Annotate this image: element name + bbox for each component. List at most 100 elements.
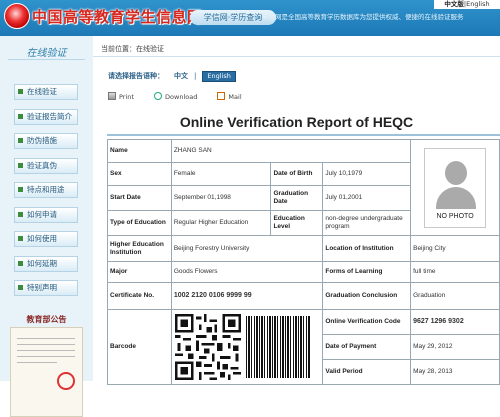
- main-content: 当前位置：在线验证 请选择报告语种： 中文 | English Print Downl…: [93, 36, 500, 385]
- bullet-icon: [18, 138, 23, 143]
- report-lang-en-button[interactable]: English: [202, 71, 236, 82]
- download-button[interactable]: Download: [154, 92, 198, 101]
- verification-code-value: 9627 1296 9302: [410, 309, 500, 335]
- sidebar-item-anti-forgery[interactable]: 防伪措施: [14, 133, 78, 149]
- major-value: Goods Flowers: [170, 261, 324, 283]
- bullet-icon: [18, 260, 23, 266]
- name-label: Name: [107, 139, 172, 163]
- language-switch: 中文版|English: [434, 0, 500, 9]
- location-value: Beijing City: [410, 235, 500, 262]
- forms-of-learning-value: full time: [410, 261, 500, 283]
- breadcrumb-divider: [93, 56, 500, 57]
- sidebar-item-label: 如何使用: [27, 234, 57, 243]
- text-line: [17, 362, 57, 363]
- barcode-label: Barcode: [107, 309, 172, 385]
- text-line: [17, 350, 75, 351]
- graduation-date-value: July 01,2001: [322, 185, 412, 211]
- sex-label: Sex: [107, 162, 172, 186]
- table-row: Barcode Online Verification Code 9627 12…: [107, 309, 500, 385]
- qr-code-icon: [174, 314, 241, 380]
- sidebar-item-how-to-extend[interactable]: 如何延期: [14, 255, 78, 272]
- sidebar: 在线验证 在线验证 验证报告简介 防伪措施 验证真伪 特点和用途 如何申请 如何…: [0, 36, 93, 417]
- barcode-icon: [245, 316, 310, 378]
- conclusion-value: Graduation: [410, 282, 500, 310]
- payment-date-label: Date of Payment: [322, 334, 412, 360]
- table-row: Name ZHANG SAN NO PHOTO: [107, 139, 500, 236]
- sidebar-item-how-to-use[interactable]: 如何使用: [14, 231, 78, 247]
- table-row: Certificate No. 1002 2120 0106 9999 99 G…: [107, 282, 500, 310]
- institution-label: Higher Education Institution: [107, 235, 172, 262]
- report-title: Online Verification Report of HEQC: [179, 114, 414, 130]
- lang-separator: |: [194, 72, 197, 80]
- sidebar-item-verify-authenticity[interactable]: 验证真伪: [14, 157, 78, 174]
- print-label: Print: [119, 93, 134, 101]
- text-line: [17, 338, 75, 339]
- lang-zh-link[interactable]: 中文版: [444, 0, 464, 8]
- sidebar-item-label: 验证真伪: [27, 160, 57, 170]
- dob-label: Date of Birth: [270, 162, 324, 186]
- photo-cell: NO PHOTO: [410, 139, 500, 236]
- verification-report-table: Name ZHANG SAN NO PHOTO Sex Female Date …: [107, 139, 500, 385]
- location-label: Location of Institution: [322, 235, 412, 262]
- notice-title: 教育部公告: [26, 315, 67, 324]
- bullet-icon: [18, 89, 23, 94]
- sidebar-item-statement[interactable]: 特别声明: [14, 280, 78, 296]
- language-prompt: 请选择报告语种：: [108, 72, 164, 80]
- breadcrumb: 当前位置：在线验证: [101, 45, 164, 53]
- text-line: [17, 356, 75, 357]
- sidebar-title: 在线验证: [26, 48, 67, 59]
- sidebar-item-label: 验证报告简介: [27, 111, 72, 121]
- text-line: [17, 344, 75, 345]
- site-slogan: 学信网是全国高等教育学历数据库为您提供权威、便捷的在线验证服务: [262, 13, 464, 21]
- report-actions: Print Download Mail: [108, 92, 260, 101]
- sidebar-menu: 在线验证 验证报告简介 防伪措施 验证真伪 特点和用途 如何申请 如何使用 如何…: [14, 84, 78, 305]
- sidebar-item-label: 特别声明: [27, 283, 57, 292]
- sex-value: Female: [170, 162, 272, 186]
- education-type-label: Type of Education: [107, 210, 172, 236]
- conclusion-label: Graduation Conclusion: [322, 282, 412, 310]
- education-level-label: Education Level: [270, 210, 324, 236]
- download-icon: [154, 92, 163, 100]
- site-name[interactable]: 中国高等教育学生信息网: [32, 6, 203, 27]
- sidebar-item-label: 如何申请: [27, 209, 57, 219]
- sidebar-item-online-verification[interactable]: 在线验证: [14, 84, 78, 100]
- download-label: Download: [165, 93, 198, 101]
- avatar-body-icon: [436, 186, 477, 209]
- sidebar-item-report-intro[interactable]: 验证报告简介: [14, 108, 78, 125]
- certificate-label: Certificate No.: [107, 282, 172, 310]
- sidebar-item-features[interactable]: 特点和用途: [14, 182, 78, 198]
- dob-value: July 10,1979: [322, 162, 412, 186]
- mail-icon: [217, 92, 226, 100]
- sidebar-item-how-to-apply[interactable]: 如何申请: [14, 206, 78, 223]
- sidebar-item-label: 特点和用途: [27, 185, 65, 194]
- start-date-value: September 01,1998: [170, 185, 272, 211]
- site-header: 中国高等教育学生信息网 学信网·学历查询 学信网是全国高等教育学历数据库为您提供…: [0, 0, 500, 36]
- official-seal-icon: [57, 372, 75, 390]
- notice-document-thumbnail[interactable]: [10, 327, 83, 417]
- mail-button[interactable]: Mail: [217, 92, 242, 101]
- bullet-icon: [18, 285, 23, 290]
- codes-container: [174, 311, 321, 384]
- major-label: Major: [107, 261, 172, 283]
- verification-code-label: Online Verification Code: [322, 309, 412, 335]
- sidebar-item-label: 在线验证: [27, 87, 57, 96]
- site-logo-icon[interactable]: [4, 3, 30, 29]
- sidebar-divider: [8, 59, 85, 60]
- no-photo-label: NO PHOTO: [436, 212, 474, 220]
- print-button[interactable]: Print: [108, 92, 134, 101]
- education-level-value: non-degree undergraduate program: [322, 210, 412, 236]
- lang-en-link[interactable]: English: [466, 0, 489, 8]
- forms-of-learning-label: Forms of Learning: [322, 261, 412, 283]
- graduation-date-label: Graduation Date: [270, 185, 324, 211]
- printer-icon: [108, 92, 116, 100]
- institution-value: Beijing Forestry University: [170, 235, 324, 262]
- payment-date-value: May 29, 2012: [410, 334, 500, 360]
- report-lang-zh-link[interactable]: 中文: [174, 72, 188, 80]
- bullet-icon: [18, 236, 23, 241]
- bullet-icon: [18, 162, 23, 168]
- education-type-value: Regular Higher Education: [170, 210, 272, 236]
- bullet-icon: [18, 187, 23, 192]
- barcode-cell: [170, 309, 324, 385]
- name-value: ZHANG SAN: [170, 139, 412, 163]
- sidebar-item-label: 防伪措施: [27, 136, 57, 145]
